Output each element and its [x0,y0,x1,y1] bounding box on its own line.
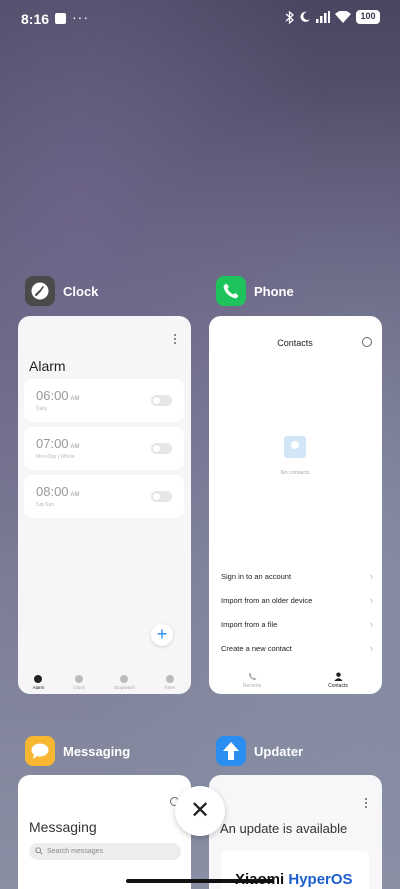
update-available-title: An update is available [220,821,348,836]
chevron-right-icon: › [370,595,373,605]
alarm-repeat: Mon-Day | Whole [36,454,75,460]
app-card-phone[interactable]: Contacts No contacts Sign in to an accou… [209,316,382,694]
app-card-updater[interactable]: An update is available Xiaomi HyperOS [209,775,382,889]
signal-icon [316,11,330,23]
alarm-time: 06:00 AM [36,388,80,403]
battery-icon: 100 [356,10,380,24]
alarm-repeat: Daily [36,406,48,412]
alarm-row: 07:00 AM Mon-Day | Whole [24,427,184,470]
contacts-icon [333,672,343,681]
bluetooth-icon [285,10,294,24]
alarm-time: 07:00 AM [36,436,80,451]
clock-app-icon [25,276,55,306]
menu-import-file: Import from a file › [221,619,373,629]
status-bar: 8:16 ··· 100 [0,0,400,38]
alarm-toggle [151,443,172,454]
app-header-phone[interactable]: Phone [216,276,294,306]
app-name-messaging: Messaging [63,743,131,759]
settings-icon [362,337,372,347]
home-indicator[interactable] [126,879,274,883]
nav-contacts: Contacts [308,672,368,689]
messaging-app-icon [25,736,55,766]
app-name-phone: Phone [254,283,294,299]
nav-recents: Recents [222,672,282,689]
nav-timer: Timer [164,675,175,690]
contacts-title: Contacts [277,338,313,348]
no-contacts-text: No contacts [280,470,310,476]
app-header-updater[interactable]: Updater [216,736,303,766]
phone-app-icon [216,276,246,306]
more-options-icon [174,334,177,346]
chevron-right-icon: › [370,619,373,629]
status-time: 8:16 [21,11,50,27]
alarm-title: Alarm [29,358,66,374]
clear-all-button[interactable]: ✕ [175,786,225,836]
timer-icon [165,675,174,683]
menu-sign-in: Sign in to an account › [221,571,373,581]
alarm-icon [34,675,43,683]
stopwatch-icon [120,675,129,683]
add-alarm-button: + [151,624,173,646]
wifi-icon [335,11,351,23]
messaging-title: Messaging [29,819,97,835]
moon-icon [300,11,310,22]
more-options-icon [365,798,368,810]
alarm-toggle [151,395,172,406]
chevron-right-icon: › [370,643,373,653]
app-name-clock: Clock [63,283,99,299]
alarm-row: 06:00 AM Daily [24,379,184,422]
nav-stopwatch: Stopwatch [114,675,135,690]
menu-import-device: Import from an older device › [221,595,373,605]
phone-bottom-nav: Recents Contacts [209,672,381,689]
app-header-clock[interactable]: Clock [25,276,98,306]
app-name-updater: Updater [254,743,304,759]
clock-bottom-nav: Alarm Clock Stopwatch Timer [18,675,190,690]
menu-create-contact: Create a new contact › [221,643,373,653]
nav-clock: Clock [73,675,85,690]
more-notifications-icon: ··· [72,9,89,25]
clock-icon [75,675,84,683]
recents-icon [248,672,256,681]
search-messages-field: Search messages [29,843,181,860]
contact-placeholder-icon [284,436,306,458]
updater-app-icon [216,736,246,766]
app-header-messaging[interactable]: Messaging [25,736,130,766]
notification-icon [55,13,66,24]
alarm-row: 08:00 AM Sat-Sun [24,475,184,518]
alarm-toggle [151,491,172,502]
alarm-time: 08:00 AM [36,484,80,499]
alarm-repeat: Sat-Sun [36,502,55,508]
search-icon [35,847,43,855]
update-banner: Xiaomi HyperOS [221,851,369,889]
app-card-messaging[interactable]: Messaging Search messages [18,775,191,889]
status-icons: 100 [285,10,380,24]
app-card-clock[interactable]: Alarm 06:00 AM Daily 07:00 AM Mon-Day | Wh… [18,316,191,694]
chevron-right-icon: › [370,571,373,581]
nav-alarm: Alarm [33,675,44,690]
